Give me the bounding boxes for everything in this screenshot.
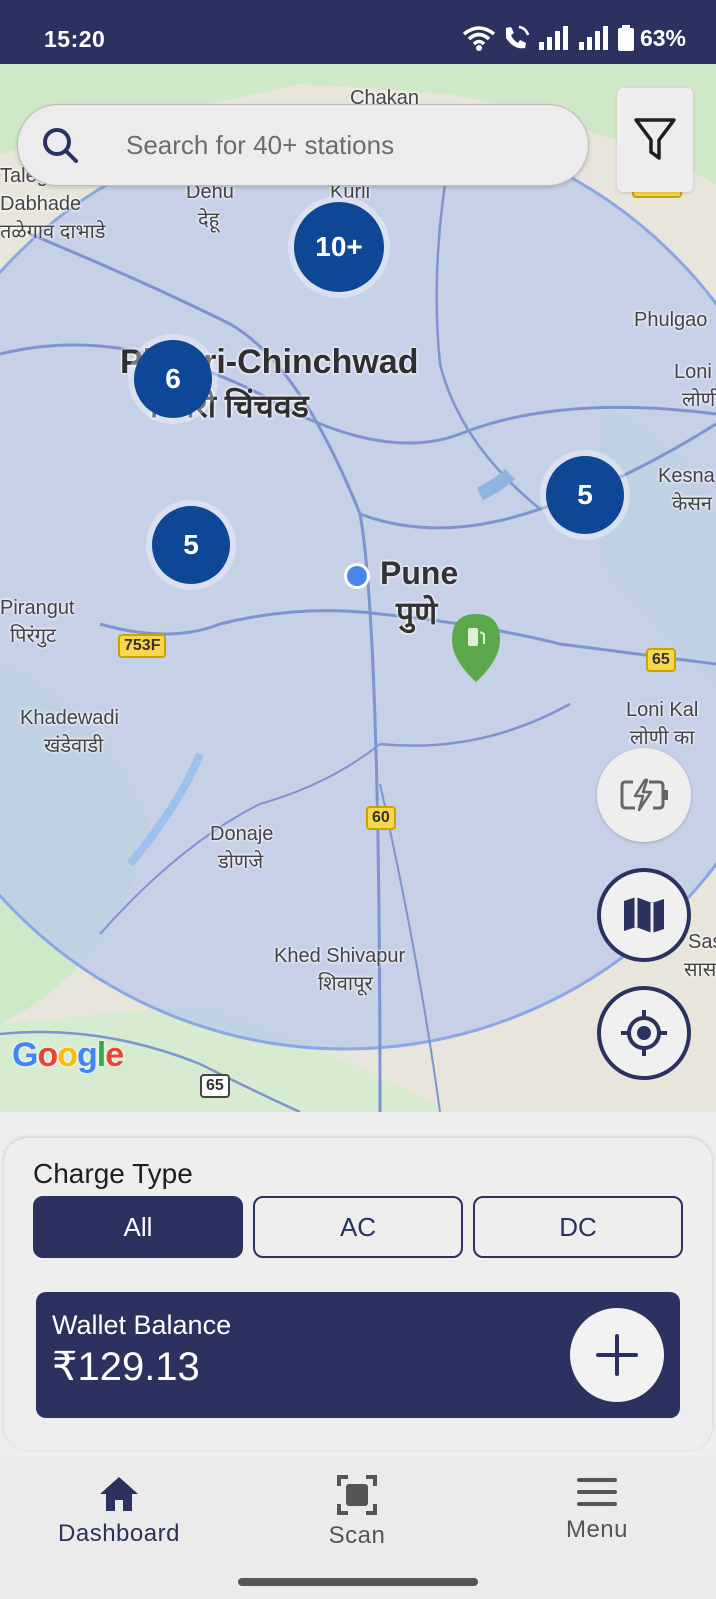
signal-icon [578, 26, 608, 50]
wallet-amount: ₹129.13 [52, 1345, 200, 1389]
charge-type-all-button[interactable]: All [33, 1196, 243, 1258]
map-label: खंडेवाडी [44, 735, 104, 757]
battery-icon [617, 25, 634, 51]
map-label: Loni [674, 361, 712, 383]
map-label: शिवापूर [318, 973, 373, 995]
station-cluster[interactable]: 5 [546, 456, 624, 534]
wifi-calling-icon [505, 25, 530, 49]
battery-percentage: 63% [639, 24, 686, 51]
highway-shield: 65 [200, 1074, 230, 1098]
map[interactable]: Chakan Talegaon Dabhade तळेगाव दाभाडे De… [0, 64, 716, 1112]
charge-type-dc-button[interactable]: DC [473, 1196, 683, 1258]
map-label: Dabhade [0, 193, 82, 215]
filter-button[interactable] [617, 88, 693, 192]
nav-label: Dashboard [58, 1520, 180, 1547]
signal-icon [538, 26, 568, 50]
user-location-dot [344, 563, 370, 589]
filter-icon [634, 118, 676, 160]
map-label: Khadewadi [20, 707, 119, 729]
charger-toggle-button[interactable] [597, 748, 691, 842]
map-label: Loni Kal [626, 699, 699, 721]
highway-shield: 65 [646, 648, 676, 672]
map-label: Sasv [688, 931, 716, 953]
map-view-button[interactable] [597, 868, 691, 962]
status-time: 15:20 [44, 26, 106, 52]
hamburger-menu-icon [577, 1478, 617, 1506]
plus-icon [596, 1334, 638, 1376]
wallet-card[interactable]: Wallet Balance ₹129.13 [36, 1292, 680, 1418]
add-money-button[interactable] [570, 1308, 664, 1402]
map-label: पिरंगुट [10, 625, 57, 647]
map-label: सास [684, 959, 716, 981]
map-label: देहू [198, 209, 220, 231]
map-label: लोणी का [630, 727, 695, 749]
search-bar[interactable] [17, 104, 589, 186]
map-label: Donaje [210, 823, 274, 845]
search-input[interactable] [126, 129, 546, 161]
status-icons: 63% [462, 24, 686, 52]
map-label: Khed Shivapur [274, 945, 406, 967]
nav-label: Menu [565, 1516, 629, 1543]
nav-item-dashboard[interactable]: Dashboard [19, 1474, 219, 1548]
charge-type-ac-button[interactable]: AC [253, 1196, 463, 1258]
map-label: Pune [380, 555, 459, 591]
map-label: केसन [672, 493, 712, 515]
home-indicator[interactable] [238, 1578, 478, 1586]
google-logo: Google [12, 1036, 124, 1074]
station-cluster[interactable]: 10+ [294, 202, 384, 292]
locate-button[interactable] [597, 986, 691, 1080]
map-label: Pirangut [0, 597, 75, 619]
wifi-icon [462, 26, 496, 51]
bottom-panel: Charge Type All AC DC Wallet Balance ₹12… [4, 1138, 712, 1450]
map-label: Phulgao [634, 309, 708, 331]
screen: 15:20 63% Chakan Dabhade तळेगाव दाभाडे D… [0, 0, 716, 1599]
map-icon [624, 897, 664, 933]
battery-charging-icon [620, 778, 668, 812]
map-label: तळेगाव दाभाडे [0, 221, 106, 243]
wallet-label: Wallet Balance [52, 1310, 232, 1340]
charge-type-label: Charge Type [33, 1158, 193, 1189]
nav-item-scan[interactable]: Scan [257, 1474, 457, 1550]
my-location-icon [621, 1010, 667, 1056]
highway-shield: 60 [366, 806, 396, 830]
map-label: पुणे [396, 595, 438, 631]
highway-shield: 753F [118, 634, 167, 658]
home-icon [100, 1477, 138, 1511]
map-label: डोणजे [218, 851, 264, 873]
map-label: Kesna [658, 465, 715, 487]
nav-label: Scan [328, 1522, 386, 1549]
status-bar: 15:20 63% [0, 0, 716, 64]
nav-item-menu[interactable]: Menu [497, 1474, 697, 1544]
search-icon [43, 128, 78, 163]
station-cluster[interactable]: 5 [152, 506, 230, 584]
map-label: लोणी [682, 389, 716, 411]
scan-icon [337, 1475, 377, 1515]
station-cluster[interactable]: 6 [134, 340, 212, 418]
